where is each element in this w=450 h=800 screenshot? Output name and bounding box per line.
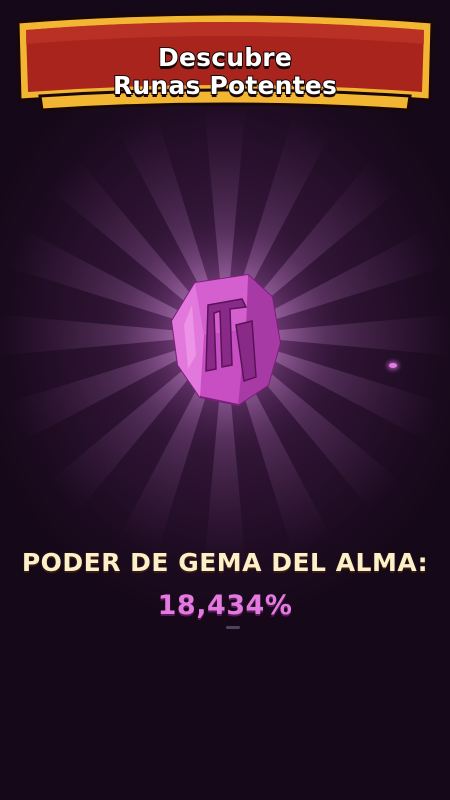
banner-title-line1: Descubre bbox=[157, 43, 293, 73]
soul-gem-power-value: 18,434% bbox=[157, 590, 293, 621]
soul-gem-power-label: PODER DE GEMA DEL ALMA: bbox=[21, 548, 429, 577]
game-screen: Descubre Runas Potentes PODER DE GEMA DE… bbox=[0, 0, 450, 800]
sparkle bbox=[389, 363, 397, 368]
dust-mote bbox=[226, 626, 240, 629]
soul-gem-icon bbox=[170, 273, 282, 407]
banner-title-line2: Runas Potentes bbox=[112, 71, 338, 101]
